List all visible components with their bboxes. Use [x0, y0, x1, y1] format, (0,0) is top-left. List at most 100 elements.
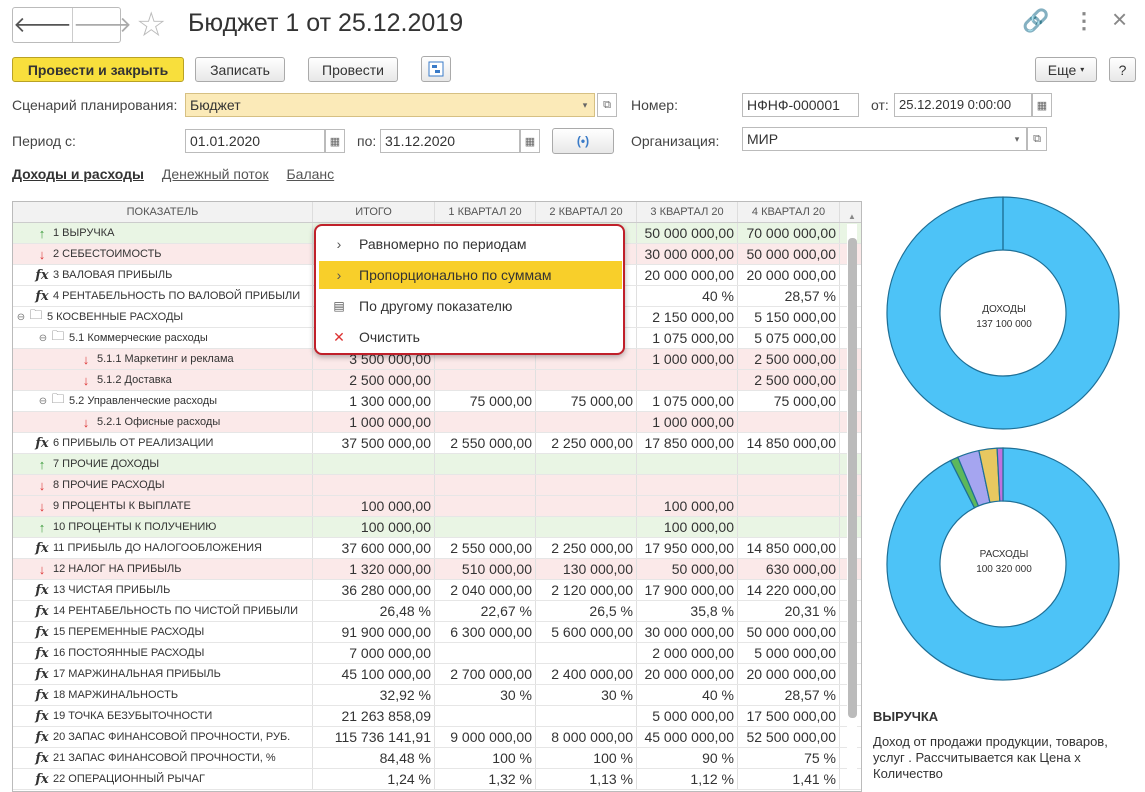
indicator-cell[interactable]: ⊖ 🗀 5.2 Управленческие расходы: [13, 391, 313, 411]
org-field[interactable]: МИР ▾: [742, 127, 1027, 151]
table-row[interactable]: fx 17 МАРЖИНАЛЬНАЯ ПРИБЫЛЬ 45 100 000,00 2 …: [13, 664, 861, 685]
vertical-scrollbar[interactable]: ▲: [847, 212, 857, 784]
value-cell[interactable]: [738, 412, 840, 432]
value-cell[interactable]: 30 %: [536, 685, 637, 705]
value-cell[interactable]: 36 280 000,00: [313, 580, 435, 600]
value-cell[interactable]: 50 000 000,00: [738, 244, 840, 264]
value-cell[interactable]: 2 700 000,00: [435, 664, 536, 684]
indicator-cell[interactable]: fx 15 ПЕРЕМЕННЫЕ РАСХОДЫ: [13, 622, 313, 642]
value-cell[interactable]: 30 000 000,00: [637, 244, 738, 264]
forward-button[interactable]: 🡒: [72, 8, 132, 42]
value-cell[interactable]: 2 250 000,00: [536, 433, 637, 453]
value-cell[interactable]: 2 550 000,00: [435, 433, 536, 453]
table-row[interactable]: ↓ 8 ПРОЧИЕ РАСХОДЫ: [13, 475, 861, 496]
menu-item-by-other-indicator[interactable]: ▤ По другому показателю: [319, 292, 622, 320]
calendar-icon[interactable]: ▦: [520, 129, 540, 153]
value-cell[interactable]: [435, 496, 536, 516]
favorite-star-icon[interactable]: ☆: [136, 6, 166, 44]
value-cell[interactable]: 1 000 000,00: [637, 412, 738, 432]
tab-balance[interactable]: Баланс: [286, 166, 334, 182]
value-cell[interactable]: 5 150 000,00: [738, 307, 840, 327]
value-cell[interactable]: 100 000,00: [313, 496, 435, 516]
collapse-toggle-icon[interactable]: ⊖: [37, 396, 49, 407]
indicator-cell[interactable]: fx 16 ПОСТОЯННЫЕ РАСХОДЫ: [13, 643, 313, 663]
value-cell[interactable]: 17 850 000,00: [637, 433, 738, 453]
table-row[interactable]: fx 14 РЕНТАБЕЛЬНОСТЬ ПО ЧИСТОЙ ПРИБЫЛИ 26,…: [13, 601, 861, 622]
value-cell[interactable]: 5 075 000,00: [738, 328, 840, 348]
table-row[interactable]: fx 19 ТОЧКА БЕЗУБЫТОЧНОСТИ 21 263 858,09 5 …: [13, 706, 861, 727]
table-row[interactable]: fx 20 ЗАПАС ФИНАНСОВОЙ ПРОЧНОСТИ, РУБ. 115…: [13, 727, 861, 748]
value-cell[interactable]: 1 000 000,00: [637, 349, 738, 369]
indicator-cell[interactable]: fx 6 ПРИБЫЛЬ ОТ РЕАЛИЗАЦИИ: [13, 433, 313, 453]
value-cell[interactable]: [435, 517, 536, 537]
value-cell[interactable]: 45 000 000,00: [637, 727, 738, 747]
table-row[interactable]: ↓ 5.2.1 Офисные расходы 1 000 000,00 1 000 …: [13, 412, 861, 433]
period-from-field[interactable]: 01.01.2020: [185, 129, 325, 153]
value-cell[interactable]: [313, 475, 435, 495]
table-row[interactable]: fx 16 ПОСТОЯННЫЕ РАСХОДЫ 7 000 000,00 2 000…: [13, 643, 861, 664]
value-cell[interactable]: 2 120 000,00: [536, 580, 637, 600]
value-cell[interactable]: 17 950 000,00: [637, 538, 738, 558]
indicator-cell[interactable]: fx 20 ЗАПАС ФИНАНСОВОЙ ПРОЧНОСТИ, РУБ.: [13, 727, 313, 747]
value-cell[interactable]: [536, 706, 637, 726]
value-cell[interactable]: [536, 412, 637, 432]
indicator-cell[interactable]: fx 21 ЗАПАС ФИНАНСОВОЙ ПРОЧНОСТИ, %: [13, 748, 313, 768]
menu-item-clear[interactable]: ✕ Очистить: [319, 323, 622, 351]
value-cell[interactable]: 5 000 000,00: [637, 706, 738, 726]
column-header[interactable]: ИТОГО: [313, 202, 435, 222]
value-cell[interactable]: 2 000 000,00: [637, 643, 738, 663]
value-cell[interactable]: 1 075 000,00: [637, 391, 738, 411]
period-select-button[interactable]: (•): [552, 128, 614, 154]
column-header[interactable]: 2 КВАРТАЛ 20: [536, 202, 637, 222]
indicator-cell[interactable]: ↓ 5.1.1 Маркетинг и реклама: [13, 349, 313, 369]
value-cell[interactable]: [738, 517, 840, 537]
value-cell[interactable]: 100 000,00: [637, 517, 738, 537]
menu-item-evenly-by-periods[interactable]: › Равномерно по периодам: [319, 230, 622, 258]
value-cell[interactable]: 35,8 %: [637, 601, 738, 621]
value-cell[interactable]: 20 000 000,00: [637, 664, 738, 684]
value-cell[interactable]: 17 900 000,00: [637, 580, 738, 600]
value-cell[interactable]: 5 000 000,00: [738, 643, 840, 663]
value-cell[interactable]: 1 320 000,00: [313, 559, 435, 579]
value-cell[interactable]: 22,67 %: [435, 601, 536, 621]
more-menu-icon[interactable]: ⋮: [1073, 8, 1095, 34]
column-header[interactable]: 4 КВАРТАЛ 20: [738, 202, 840, 222]
value-cell[interactable]: 20 000 000,00: [637, 265, 738, 285]
structure-icon[interactable]: [421, 56, 451, 82]
indicator-cell[interactable]: fx 13 ЧИСТАЯ ПРИБЫЛЬ: [13, 580, 313, 600]
value-cell[interactable]: 20 000 000,00: [738, 265, 840, 285]
value-cell[interactable]: 28,57 %: [738, 685, 840, 705]
value-cell[interactable]: 50 000,00: [637, 559, 738, 579]
table-row[interactable]: ↑ 7 ПРОЧИЕ ДОХОДЫ: [13, 454, 861, 475]
value-cell[interactable]: 100 %: [536, 748, 637, 768]
value-cell[interactable]: 14 850 000,00: [738, 538, 840, 558]
indicator-cell[interactable]: ⊖ 🗀 5.1 Коммерческие расходы: [13, 328, 313, 348]
indicator-cell[interactable]: ↓ 12 НАЛОГ НА ПРИБЫЛЬ: [13, 559, 313, 579]
post-and-close-button[interactable]: Провести и закрыть: [12, 57, 184, 82]
collapse-toggle-icon[interactable]: ⊖: [15, 312, 27, 323]
link-icon[interactable]: 🔗: [1022, 8, 1049, 34]
value-cell[interactable]: 1,13 %: [536, 769, 637, 789]
indicator-cell[interactable]: ↓ 8 ПРОЧИЕ РАСХОДЫ: [13, 475, 313, 495]
value-cell[interactable]: 7 000 000,00: [313, 643, 435, 663]
value-cell[interactable]: 2 550 000,00: [435, 538, 536, 558]
value-cell[interactable]: 5 600 000,00: [536, 622, 637, 642]
value-cell[interactable]: [637, 370, 738, 390]
value-cell[interactable]: 100 000,00: [313, 517, 435, 537]
value-cell[interactable]: [435, 370, 536, 390]
table-row[interactable]: fx 13 ЧИСТАЯ ПРИБЫЛЬ 36 280 000,00 2 040 00…: [13, 580, 861, 601]
indicator-cell[interactable]: ↓ 5.2.1 Офисные расходы: [13, 412, 313, 432]
value-cell[interactable]: 20,31 %: [738, 601, 840, 621]
value-cell[interactable]: 14 220 000,00: [738, 580, 840, 600]
value-cell[interactable]: [313, 454, 435, 474]
column-header[interactable]: ПОКАЗАТЕЛЬ: [13, 202, 313, 222]
value-cell[interactable]: [738, 496, 840, 516]
value-cell[interactable]: 2 250 000,00: [536, 538, 637, 558]
value-cell[interactable]: 70 000 000,00: [738, 223, 840, 243]
value-cell[interactable]: 1 075 000,00: [637, 328, 738, 348]
value-cell[interactable]: 45 100 000,00: [313, 664, 435, 684]
value-cell[interactable]: [536, 517, 637, 537]
indicator-cell[interactable]: fx 4 РЕНТАБЕЛЬНОСТЬ ПО ВАЛОВОЙ ПРИБЫЛИ: [13, 286, 313, 306]
value-cell[interactable]: [435, 643, 536, 663]
column-header[interactable]: 1 КВАРТАЛ 20: [435, 202, 536, 222]
